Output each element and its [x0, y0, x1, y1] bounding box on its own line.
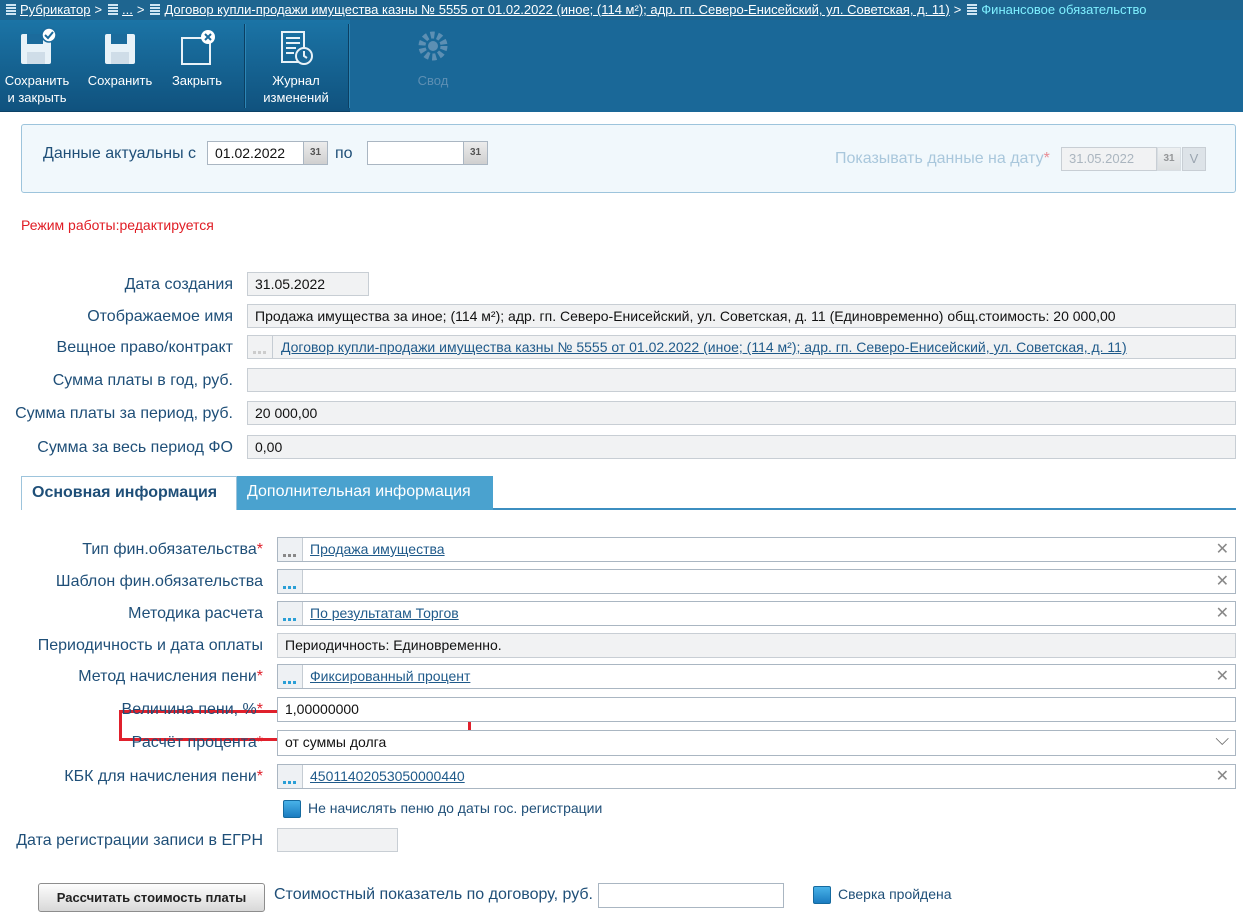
actual-to-label: по [335, 145, 353, 162]
breadcrumb-ellipsis[interactable]: ... [122, 2, 133, 17]
total-sum-label: Сумма за весь период ФО [37, 439, 233, 456]
no-penalty-label: Не начислять пеню до даты гос. регистрац… [308, 800, 603, 816]
breadcrumb-current: Финансовое обязательство [981, 2, 1147, 17]
show-date-apply-icon[interactable]: V [1182, 147, 1206, 171]
picker-dots-icon[interactable] [278, 665, 303, 688]
type-field[interactable]: Продажа имущества ✕ [277, 537, 1236, 562]
check-passed-checkbox[interactable] [813, 886, 831, 904]
total-sum-value: 0,00 [247, 435, 1236, 459]
actual-from-input[interactable]: 01.02.2022 31 [207, 141, 328, 165]
penalty-method-label: Метод начисления пени* [78, 668, 263, 685]
close-window-icon [181, 30, 215, 65]
journal-clock-icon [281, 31, 313, 65]
cost-input[interactable] [598, 883, 784, 908]
actual-to-input[interactable]: 31 [367, 141, 488, 165]
kbk-field[interactable]: 45011402053050000440 ✕ [277, 764, 1236, 789]
calendar-icon[interactable]: 31 [303, 142, 327, 164]
method-label: Методика расчета [128, 605, 263, 622]
kbk-label: КБК для начисления пени* [64, 768, 263, 785]
percent-calc-select[interactable]: от суммы долга ⌵ [277, 730, 1236, 756]
list-icon [6, 4, 16, 15]
period-sum-value: 20 000,00 [247, 401, 1236, 425]
kbk-link[interactable]: 45011402053050000440 [310, 765, 465, 788]
template-label: Шаблон фин.обязательства [55, 573, 263, 590]
picker-dots-icon [248, 336, 273, 358]
calendar-icon[interactable]: 31 [1157, 147, 1181, 171]
right-contract-label: Вещное право/контракт [56, 339, 233, 356]
display-name-label: Отображаемое имя [87, 308, 233, 325]
tab-extra-info[interactable]: Дополнительная информация [237, 476, 493, 510]
type-link[interactable]: Продажа имущества [310, 538, 445, 561]
calendar-icon[interactable]: 31 [463, 142, 487, 164]
clear-icon[interactable]: ✕ [1216, 538, 1229, 561]
right-contract-link[interactable]: Договор купли-продажи имущества казны № … [281, 336, 1127, 358]
summary-button[interactable]: Свод [400, 20, 466, 112]
date-filter-panel: Данные актуальны с 01.02.2022 31 по 31 По… [21, 124, 1236, 193]
list-icon [108, 4, 119, 15]
actual-from-label: Данные актуальны с [43, 145, 197, 162]
cost-label: Стоимостный показатель по договору, руб. [274, 886, 593, 903]
type-label: Тип фин.обязательства* [82, 541, 263, 558]
change-log-button[interactable]: Журнал изменений [254, 20, 338, 112]
save-icon [105, 34, 135, 64]
period-sum-label: Сумма платы за период, руб. [15, 405, 233, 422]
breadcrumb-contract[interactable]: Договор купли-продажи имущества казны № … [164, 2, 949, 17]
picker-dots-icon[interactable] [278, 765, 303, 788]
clear-icon[interactable]: ✕ [1216, 570, 1229, 593]
form-area: Данные актуальны с 01.02.2022 31 по 31 По… [0, 112, 1243, 924]
calculate-cost-button[interactable]: Рассчитать стоимость платы [38, 883, 265, 912]
tab-bar: Основная информация Дополнительная инфор… [21, 476, 1236, 510]
picker-dots-icon[interactable] [278, 570, 303, 593]
save-check-icon [21, 27, 57, 64]
created-date-value: 31.05.2022 [247, 272, 369, 296]
created-date-label: Дата создания [124, 276, 233, 293]
clear-icon[interactable]: ✕ [1216, 602, 1229, 625]
template-field[interactable]: ✕ [277, 569, 1236, 594]
save-and-close-button[interactable]: Сохранить и закрыть [0, 20, 74, 112]
check-passed-label: Сверка пройдена [838, 886, 952, 902]
picker-dots-icon[interactable] [278, 602, 303, 625]
clear-icon[interactable]: ✕ [1216, 665, 1229, 688]
penalty-value-input[interactable]: 1,00000000 [277, 697, 1236, 722]
close-button[interactable]: Закрыть [164, 20, 230, 112]
display-name-value: Продажа имущества за иное; (114 м²); адр… [247, 304, 1236, 328]
clear-icon[interactable]: ✕ [1216, 765, 1229, 788]
show-date-input[interactable]: 31.05.2022 [1061, 147, 1157, 171]
period-value: Периодичность: Единовременно. [277, 633, 1236, 658]
year-sum-label: Сумма платы в год, руб. [52, 372, 233, 389]
no-penalty-checkbox[interactable] [283, 800, 301, 818]
save-button[interactable]: Сохранить [82, 20, 158, 112]
percent-calc-label: Расчёт процента* [131, 734, 263, 751]
right-contract-field: Договор купли-продажи имущества казны № … [247, 335, 1236, 359]
work-mode-status: Режим работы:редактируется [21, 217, 214, 233]
penalty-method-link[interactable]: Фиксированный процент [310, 665, 470, 688]
chevron-down-icon[interactable]: ⌵ [1215, 731, 1229, 750]
show-date-label: Показывать данные на дату* [835, 150, 1050, 167]
year-sum-value [247, 368, 1236, 392]
period-label: Периодичность и дата оплаты [37, 637, 263, 654]
penalty-value-label: Величина пени, %* [121, 701, 263, 718]
tab-main-info[interactable]: Основная информация [21, 476, 237, 510]
method-link[interactable]: По результатам Торгов [310, 602, 459, 625]
gear-icon [418, 31, 448, 61]
document-icon [967, 4, 978, 15]
egrn-label: Дата регистрации записи в ЕГРН [16, 832, 263, 849]
egrn-value [277, 828, 398, 852]
penalty-method-field[interactable]: Фиксированный процент ✕ [277, 664, 1236, 689]
document-icon [150, 4, 161, 15]
method-field[interactable]: По результатам Торгов ✕ [277, 601, 1236, 626]
breadcrumb-root[interactable]: Рубрикатор [20, 2, 90, 17]
breadcrumb: Рубрикатор >... > Договор купли-продажи иму… [0, 0, 1243, 20]
picker-dots-icon[interactable] [278, 538, 303, 561]
toolbar: Сохранить и закрыть Сохранить Закрыть Жур… [0, 20, 1243, 112]
